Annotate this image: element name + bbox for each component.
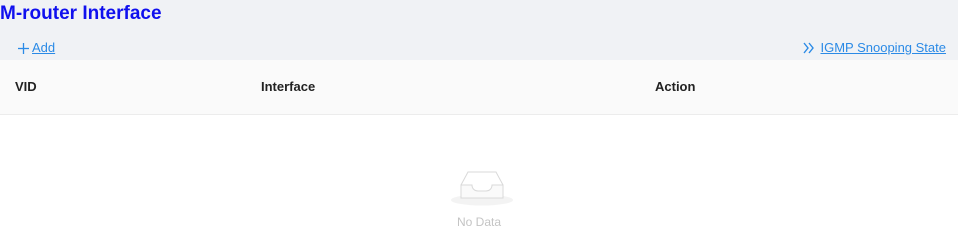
double-chevron-right-icon xyxy=(802,42,816,54)
empty-state: No Data xyxy=(0,115,958,238)
igmp-snooping-state-label: IGMP Snooping State xyxy=(820,40,946,55)
empty-text: No Data xyxy=(456,215,502,229)
column-header-interface: Interface xyxy=(261,79,316,94)
page-title: M-router Interface xyxy=(0,3,162,24)
add-button[interactable]: Add xyxy=(17,40,55,56)
igmp-snooping-state-link[interactable]: IGMP Snooping State xyxy=(802,40,946,56)
empty-inbox-icon xyxy=(450,163,514,207)
table-header: VID Interface Action xyxy=(0,60,958,115)
column-header-vid: VID xyxy=(15,79,37,94)
add-button-label: Add xyxy=(32,40,56,55)
plus-icon xyxy=(17,42,30,55)
column-header-action: Action xyxy=(655,79,696,94)
